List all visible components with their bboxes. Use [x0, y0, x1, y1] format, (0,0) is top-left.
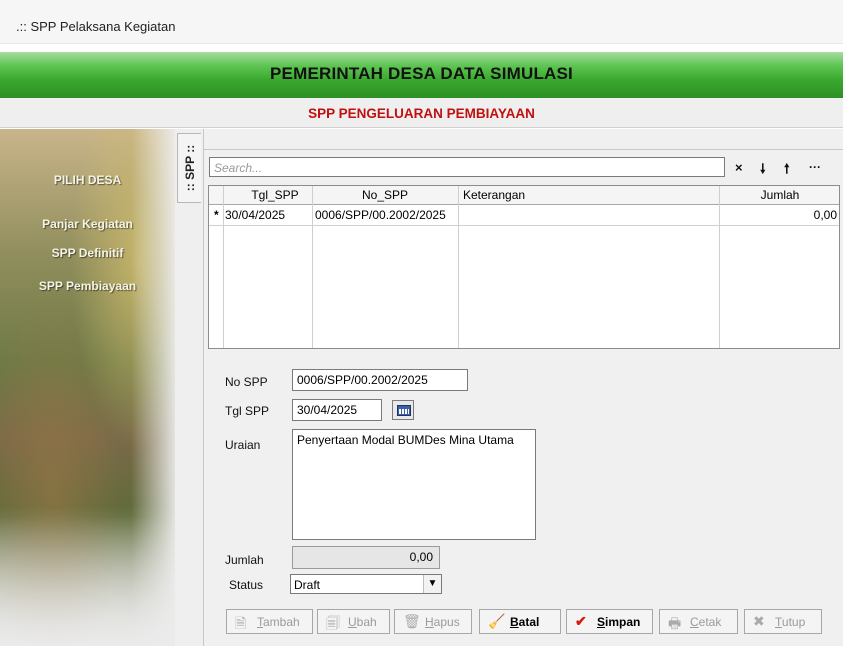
- arrow-up-icon[interactable]: 🠕: [784, 160, 790, 182]
- jumlah-field: 0,00: [292, 546, 440, 569]
- chevron-down-icon: ▼: [423, 575, 441, 593]
- jumlah-label: Jumlah: [225, 553, 264, 567]
- add-icon: 🗎: [235, 615, 247, 631]
- column-header-jumlah[interactable]: Jumlah: [721, 188, 839, 202]
- calendar-icon: [397, 405, 411, 416]
- tutup-button[interactable]: ✖ Tutup: [744, 609, 822, 634]
- arrow-down-icon[interactable]: 🠗: [760, 160, 766, 182]
- simpan-button[interactable]: ✔ Simpan: [566, 609, 653, 634]
- tab-spp-label: :: SPP ::: [182, 144, 197, 192]
- tambah-button[interactable]: 🗎 Tambah: [226, 609, 313, 634]
- table-row[interactable]: * 30/04/2025 0006/SPP/00.2002/2025 0,00: [209, 205, 839, 226]
- ubah-button[interactable]: 🗐 Ubah: [317, 609, 390, 634]
- main-content: Search... × 🠗 🠕 ··· Tgl_SPP No_SPP Keter…: [204, 129, 843, 646]
- checkmark-icon: ✔: [575, 613, 587, 629]
- broom-icon: 🧹: [488, 613, 506, 629]
- search-input[interactable]: Search...: [209, 157, 725, 177]
- sidebar-item-spp-definitif[interactable]: SPP Definitif: [0, 246, 175, 260]
- app-header: PEMERINTAH DESA DATA SIMULASI: [0, 52, 843, 98]
- tgl-spp-field[interactable]: 30/04/2025: [292, 399, 382, 421]
- sidebar-item-panjar-kegiatan[interactable]: Panjar Kegiatan: [0, 217, 175, 231]
- uraian-label: Uraian: [225, 438, 261, 452]
- column-header-keterangan[interactable]: Keterangan: [463, 188, 525, 202]
- tgl-spp-label: Tgl SPP: [225, 404, 270, 418]
- delete-icon: 🗑: [403, 613, 421, 629]
- window-title: .:: SPP Pelaksana Kegiatan: [16, 19, 176, 34]
- status-select[interactable]: Draft ▼: [290, 574, 442, 594]
- date-picker-button[interactable]: [392, 400, 414, 420]
- spp-grid[interactable]: Tgl_SPP No_SPP Keterangan Jumlah * 30/04…: [208, 185, 840, 349]
- batal-button[interactable]: 🧹 Batal: [479, 609, 561, 634]
- uraian-textarea[interactable]: Penyertaan Modal BUMDes Mina Utama: [292, 429, 536, 540]
- hapus-button[interactable]: 🗑 Hapus: [394, 609, 472, 634]
- sidebar-item-spp-pembiayaan[interactable]: SPP Pembiayaan: [0, 279, 175, 293]
- no-spp-field[interactable]: 0006/SPP/00.2002/2025: [292, 369, 468, 391]
- clear-icon[interactable]: ×: [735, 160, 743, 175]
- cell-no-spp: 0006/SPP/00.2002/2025: [315, 208, 446, 222]
- cell-jumlah: 0,00: [813, 208, 837, 222]
- row-marker: *: [214, 208, 219, 222]
- tab-strip: :: SPP ::: [175, 129, 204, 646]
- header-title: PEMERINTAH DESA DATA SIMULASI: [270, 64, 573, 83]
- status-label: Status: [229, 578, 264, 592]
- search-placeholder: Search...: [214, 161, 263, 175]
- column-header-no-spp[interactable]: No_SPP: [313, 188, 457, 202]
- no-spp-label: No SPP: [225, 375, 268, 389]
- grid-header: Tgl_SPP No_SPP Keterangan Jumlah: [209, 186, 839, 205]
- cetak-button[interactable]: 🖶 Cetak: [659, 609, 738, 634]
- search-toolbar: × 🠗 🠕 ···: [727, 158, 839, 178]
- status-value: Draft: [294, 578, 321, 592]
- cell-tgl-spp: 30/04/2025: [225, 208, 286, 222]
- sidebar: PILIH DESA Panjar Kegiatan SPP Definitif…: [0, 129, 175, 646]
- close-icon: ✖: [753, 613, 765, 629]
- window-titlebar: .:: SPP Pelaksana Kegiatan: [0, 0, 843, 44]
- column-header-tgl-spp[interactable]: Tgl_SPP: [239, 188, 311, 202]
- sidebar-item-pilih-desa[interactable]: PILIH DESA: [0, 173, 175, 187]
- page-subheader: SPP PENGELUARAN PEMBIAYAAN: [0, 98, 843, 128]
- more-icon[interactable]: ···: [809, 160, 821, 174]
- printer-icon: 🖶: [668, 615, 682, 631]
- tab-spp[interactable]: :: SPP ::: [177, 133, 201, 203]
- edit-icon: 🗐: [326, 615, 340, 631]
- page-title: SPP PENGELUARAN PEMBIAYAAN: [308, 106, 535, 121]
